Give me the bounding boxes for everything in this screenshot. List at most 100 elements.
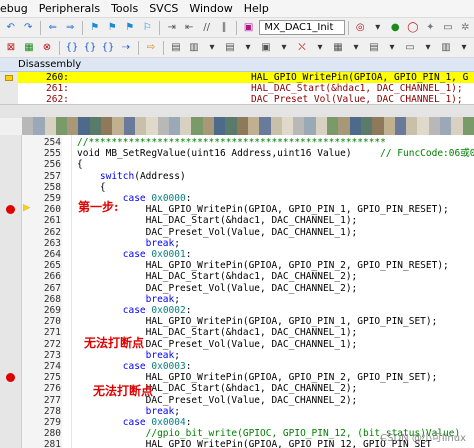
code-line[interactable]: 258 { (0, 182, 474, 193)
debug-stop-icon[interactable]: ◯ (406, 21, 420, 35)
dropdown-icon[interactable]: ▾ (371, 21, 385, 35)
step-into-icon[interactable]: {} (65, 41, 79, 55)
code-line[interactable]: 271 HAL_DAC_Start(&hdac1, DAC_CHANNEL_1)… (0, 327, 474, 338)
step-over-icon[interactable]: {} (83, 41, 97, 55)
code-token: DAC_Preset_Vol(Value, DAC_CHANNEL_2); (77, 282, 358, 294)
reset-icon[interactable]: ⊠ (4, 41, 18, 55)
code-line[interactable]: 276 HAL_DAC_Start(&hdac1, DAC_CHANNEL_2)… (0, 383, 474, 394)
analysis-window-icon[interactable]: ▥ (439, 41, 453, 55)
show-next-icon[interactable]: ⇨ (144, 41, 158, 55)
code-line[interactable]: 260 HAL_GPIO_WritePin(GPIOA, GPIO_PIN_1,… (0, 204, 474, 215)
code-line[interactable]: 264 case 0x0001: (0, 249, 474, 260)
disassembly-window-icon[interactable]: ▥ (187, 41, 201, 55)
code-line[interactable]: 268 break; (0, 294, 474, 305)
code-line[interactable]: 261 HAL_DAC_Start(&hdac1, DAC_CHANNEL_1)… (0, 215, 474, 226)
code-line[interactable]: 262 DAC_Preset_Vol(Value, DAC_CHANNEL_1)… (0, 227, 474, 238)
code-line[interactable]: 270 HAL_GPIO_WritePin(GPIOA, GPIO_PIN_1,… (0, 316, 474, 327)
code-line[interactable]: 259 case 0x0000: (0, 193, 474, 204)
command-window-icon[interactable]: ▤ (169, 41, 183, 55)
pane-splitter[interactable] (0, 104, 474, 118)
line-number: 256 (43, 159, 61, 171)
redo-icon[interactable]: ↷ (22, 21, 36, 35)
disassembly-row[interactable]: 262: DAC_Preset_Vol(Value, DAC_CHANNEL_1)… (18, 94, 474, 104)
line-number: 258 (43, 181, 61, 193)
dropdown-icon[interactable]: ▾ (313, 41, 327, 55)
code-line[interactable]: 257 switch(Address) (0, 171, 474, 182)
nav-back-icon[interactable]: ⇐ (46, 21, 60, 35)
serial-window-icon[interactable]: ▭ (403, 41, 417, 55)
target-select[interactable]: MX_DAC1_Init (259, 20, 345, 35)
line-number: 271 (43, 327, 61, 339)
symbols-window-icon[interactable]: ▤ (223, 41, 237, 55)
code-token: switch (99, 170, 135, 182)
step-out-icon[interactable]: {} (101, 41, 115, 55)
disassembly-source: HAL_GPIO_WritePin(GPIOA, GPIO_PIN_1, G (251, 72, 469, 83)
disassembly-source: HAL_DAC_Start(&hdac1, DAC_CHANNEL_1); (251, 83, 463, 94)
watch-window-icon[interactable]: ▦ (331, 41, 345, 55)
target-icon[interactable]: ▣ (242, 21, 256, 35)
dropdown-icon[interactable]: ▾ (349, 41, 363, 55)
line-number: 274 (43, 361, 61, 372)
menu-item[interactable]: SVCS (145, 2, 185, 15)
code-line[interactable]: 274 case 0x0003: (0, 361, 474, 372)
indent-icon[interactable]: ⇥ (165, 21, 179, 35)
code-line[interactable]: 256 { (0, 159, 474, 170)
code-text: DAC_Preset_Vol(Value, DAC_CHANNEL_1); (77, 227, 358, 238)
menu-item[interactable]: Tools (107, 2, 145, 15)
bookmark-next-icon[interactable]: ⚑ (123, 21, 137, 35)
code-line[interactable]: 272 DAC_Preset_Vol(Value, DAC_CHANNEL_1)… (0, 339, 474, 350)
undo-icon[interactable]: ↶ (4, 21, 18, 35)
code-token: ; (174, 405, 180, 417)
run-icon[interactable]: ▦ (22, 41, 36, 55)
menu-item[interactable]: Peripherals (35, 2, 107, 15)
code-line[interactable]: 269 case 0x0002: (0, 305, 474, 316)
call-stack-icon[interactable]: ⛌ (295, 41, 309, 55)
registers-window-icon[interactable]: ▣ (259, 41, 273, 55)
bookmark-clear-icon[interactable]: ⚐ (140, 21, 154, 35)
code-line[interactable]: 263 break; (0, 238, 474, 249)
code-line[interactable]: 275 HAL_GPIO_WritePin(GPIOA, GPIO_PIN_2,… (0, 372, 474, 383)
code-line[interactable]: 267 DAC_Preset_Vol(Value, DAC_CHANNEL_2)… (0, 283, 474, 294)
bookmark-icon[interactable]: ⚑ (88, 21, 102, 35)
dropdown-icon[interactable]: ▾ (241, 41, 255, 55)
code-line[interactable]: 278 break; (0, 406, 474, 417)
code-token: ; (174, 349, 180, 361)
dropdown-icon[interactable]: ▾ (385, 41, 399, 55)
code-line[interactable]: 255 void MB_SetRegValue(uint16 Address,ui… (0, 148, 474, 159)
code-line[interactable]: 265 HAL_GPIO_WritePin(GPIOA, GPIO_PIN_2,… (0, 260, 474, 271)
dropdown-icon[interactable]: ▾ (205, 41, 219, 55)
nav-forward-icon[interactable]: ⇒ (63, 21, 77, 35)
code-token: (Address) (134, 170, 186, 182)
find-icon[interactable]: ◎ (354, 21, 368, 35)
stop-icon[interactable]: ⊗ (40, 41, 54, 55)
dropdown-icon[interactable]: ▾ (457, 41, 471, 55)
bookmark-prev-icon[interactable]: ⚑ (105, 21, 119, 35)
menu-item[interactable]: Window (185, 2, 239, 15)
debug-start-icon[interactable]: ● (389, 21, 403, 35)
code-line[interactable]: 273 break; (0, 350, 474, 361)
code-line[interactable]: 266 HAL_DAC_Start(&hdac1, DAC_CHANNEL_2)… (0, 271, 474, 282)
uncomment-icon[interactable]: ∥ (217, 21, 231, 35)
window-icon[interactable]: ▭ (441, 21, 455, 35)
unindent-icon[interactable]: ⇤ (182, 21, 196, 35)
line-number: 281 (43, 439, 61, 448)
disassembly-row[interactable]: 261: HAL_DAC_Start(&hdac1, DAC_CHANNEL_1)… (18, 83, 474, 94)
menu-item[interactable]: ebug (0, 2, 35, 15)
code-line[interactable]: 279 case 0x0004: (0, 417, 474, 428)
memory-window-icon[interactable]: ▤ (367, 41, 381, 55)
code-token: case (122, 361, 146, 372)
line-number: 257 (43, 170, 61, 182)
run-to-cursor-icon[interactable]: ⇢ (119, 41, 133, 55)
config-icon[interactable]: ✲ (459, 21, 473, 35)
disassembly-pane[interactable]: 260: HAL_GPIO_WritePin(GPIOA, GPIO_PIN_1,… (0, 72, 474, 104)
comment-icon[interactable]: // (200, 21, 214, 35)
settings-icon[interactable]: ✦ (424, 21, 438, 35)
code-line[interactable]: 254 //***********************************… (0, 137, 474, 148)
line-number: 273 (43, 349, 61, 361)
dropdown-icon[interactable]: ▾ (277, 41, 291, 55)
dropdown-icon[interactable]: ▾ (421, 41, 435, 55)
disassembly-row[interactable]: 260: HAL_GPIO_WritePin(GPIOA, GPIO_PIN_1,… (18, 72, 474, 83)
source-editor[interactable]: 254 //***********************************… (0, 135, 474, 448)
code-line[interactable]: 277 DAC_Preset_Vol(Value, DAC_CHANNEL_2)… (0, 395, 474, 406)
menu-item[interactable]: Help (240, 2, 276, 15)
